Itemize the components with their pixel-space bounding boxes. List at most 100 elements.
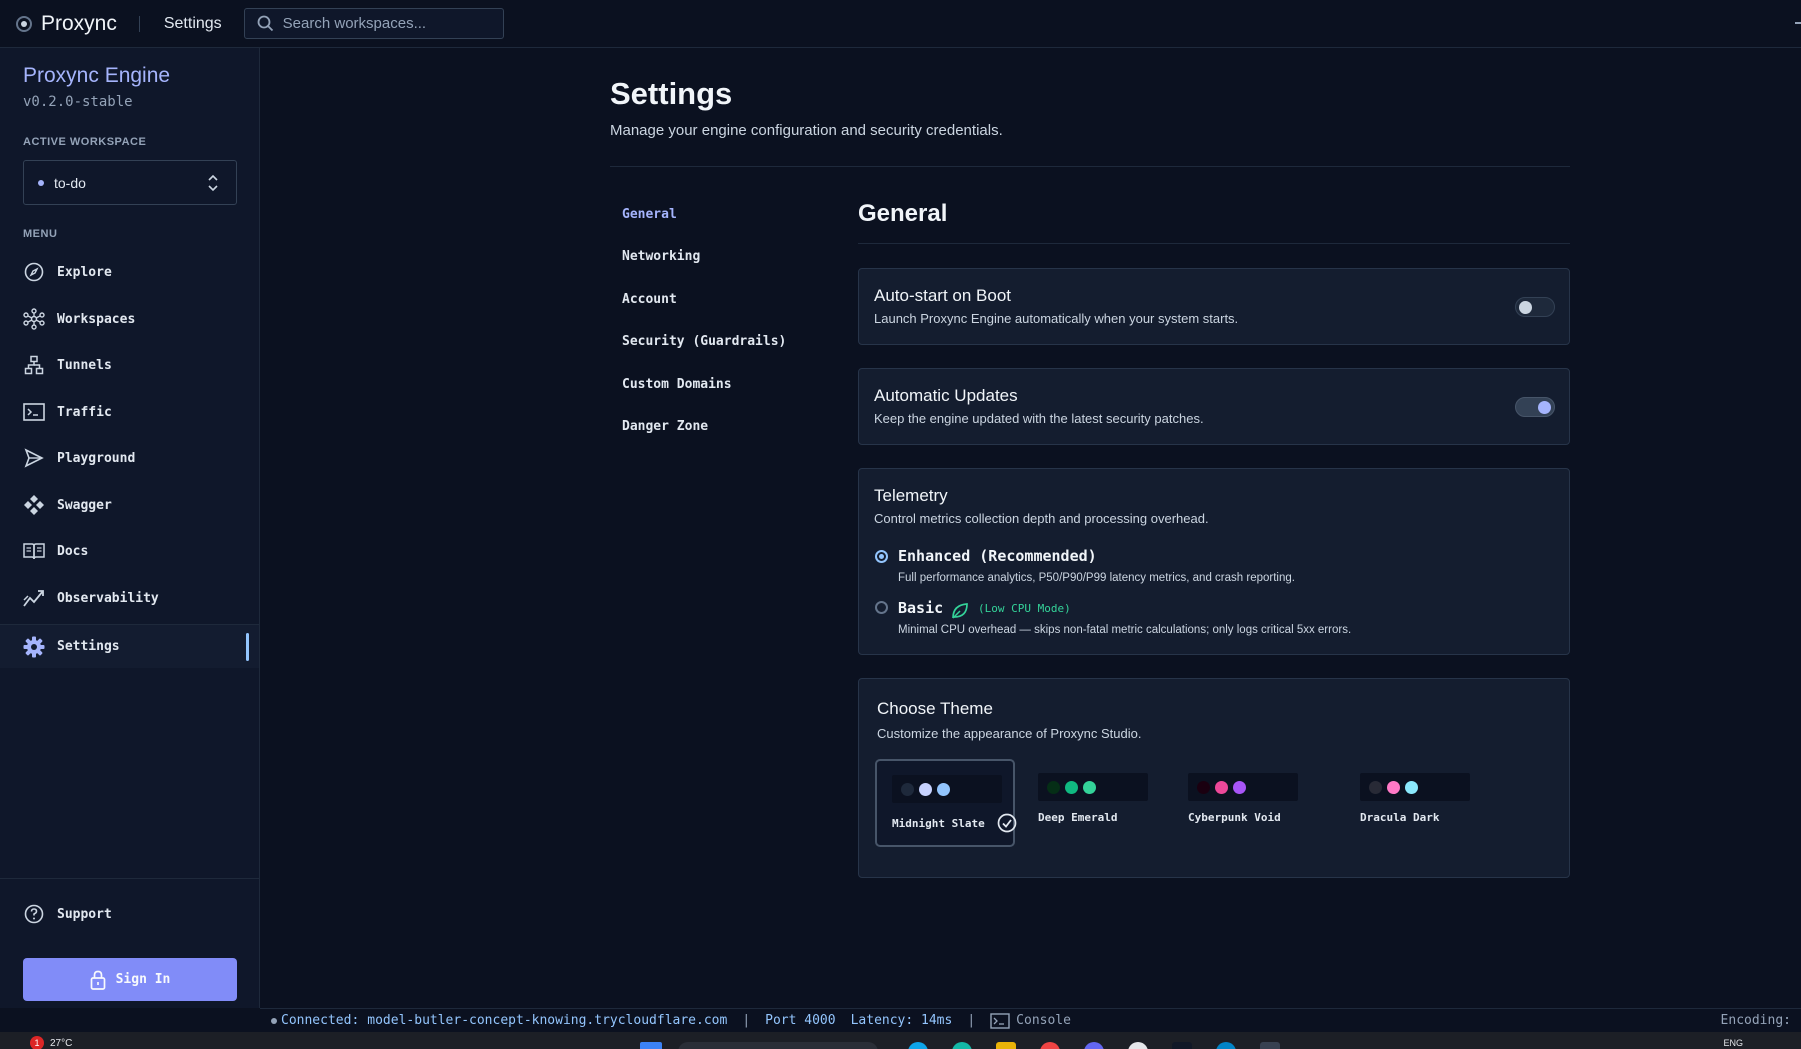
- chevron-up-down-icon: [208, 174, 218, 192]
- chart-line-icon: [23, 587, 45, 609]
- swatch: [901, 782, 914, 796]
- sidebar-item-workspaces[interactable]: Workspaces: [0, 299, 259, 339]
- windows-start-icon[interactable]: [640, 1042, 662, 1049]
- os-taskbar: 1 27°C ENG: [0, 1032, 1801, 1049]
- notification-badge: 1: [30, 1036, 44, 1049]
- sidebar-item-label: Docs: [57, 543, 89, 559]
- swatch: [1197, 780, 1210, 794]
- sidebar-item-label: Explore: [57, 264, 112, 280]
- sidebar-item-label: Settings: [57, 639, 120, 654]
- latency-label: Latency: 14ms: [850, 1013, 953, 1028]
- search-icon: [257, 15, 273, 32]
- status-separator: |: [967, 1013, 976, 1028]
- swatch: [937, 782, 950, 796]
- taskbar-search[interactable]: [678, 1042, 878, 1049]
- taskbar-app-icon[interactable]: [1216, 1042, 1236, 1049]
- taskbar-app-icon[interactable]: [1172, 1042, 1192, 1049]
- auto-updates-toggle[interactable]: [1515, 397, 1555, 417]
- sidebar-item-support[interactable]: Support: [0, 894, 259, 934]
- brand[interactable]: Proxync: [16, 12, 117, 36]
- language-indicator[interactable]: ENG: [1723, 1038, 1743, 1048]
- tunnel-host[interactable]: model-butler-concept-knowing.trycloudfla…: [367, 1013, 727, 1028]
- theme-title: Choose Theme: [877, 699, 993, 718]
- taskbar-app-icon[interactable]: [1128, 1042, 1148, 1049]
- taskbar-app-icon[interactable]: [908, 1042, 928, 1049]
- telemetry-enhanced-radio[interactable]: [875, 550, 888, 563]
- swatch: [919, 782, 932, 796]
- console-button[interactable]: Console: [1016, 1013, 1071, 1028]
- lock-icon: [90, 970, 105, 990]
- check-circle-icon: [997, 813, 1017, 833]
- telemetry-basic-label[interactable]: Basic: [898, 599, 943, 617]
- toggle-knob: [1538, 401, 1551, 414]
- section-title: General: [858, 200, 948, 227]
- theme-swatches: [1360, 773, 1470, 801]
- telemetry-enhanced-label[interactable]: Enhanced (Recommended): [898, 547, 1097, 565]
- autostart-toggle[interactable]: [1515, 297, 1555, 317]
- taskbar-app-icon[interactable]: [1040, 1042, 1060, 1049]
- tab-danger-zone[interactable]: Danger Zone: [622, 419, 708, 434]
- sidebar-item-explore[interactable]: Explore: [0, 252, 259, 292]
- tab-general[interactable]: General: [622, 207, 677, 222]
- telemetry-basic-radio[interactable]: [875, 601, 888, 614]
- network-icon: [23, 308, 45, 330]
- top-separator: [138, 15, 140, 32]
- tab-security-guardrails[interactable]: Security (Guardrails): [622, 334, 786, 349]
- sidebar-item-label: Workspaces: [57, 311, 136, 327]
- theme-option-deep-emerald[interactable]: Deep Emerald: [1023, 759, 1163, 847]
- tab-account[interactable]: Account: [622, 292, 677, 307]
- telemetry-enhanced-desc: Full performance analytics, P50/P90/P99 …: [898, 572, 1295, 584]
- gear-icon: [23, 636, 45, 658]
- port-label: Port 4000: [765, 1013, 836, 1028]
- swatch: [1047, 780, 1060, 794]
- theme-name: Dracula Dark: [1360, 811, 1440, 824]
- sidebar-item-label: Traffic: [57, 404, 112, 420]
- book-icon: [23, 540, 45, 562]
- folder-icon[interactable]: [996, 1042, 1016, 1049]
- sidebar-item-label: Playground: [57, 450, 136, 466]
- swatch: [1233, 780, 1246, 794]
- autostart-card: Auto-start on Boot Launch Proxync Engine…: [858, 268, 1570, 345]
- window-control[interactable]: [1795, 22, 1801, 24]
- telemetry-desc: Control metrics collection depth and pro…: [874, 511, 1209, 526]
- tab-networking[interactable]: Networking: [622, 249, 700, 264]
- tab-custom-domains[interactable]: Custom Domains: [622, 377, 732, 392]
- auto-updates-title: Automatic Updates: [874, 386, 1018, 405]
- taskbar-app-icon[interactable]: [1260, 1042, 1280, 1049]
- sidebar-item-label: Swagger: [57, 497, 112, 513]
- help-circle-icon: [23, 903, 45, 925]
- workspace-name: to-do: [54, 174, 86, 191]
- sidebar-item-settings[interactable]: Settings: [0, 624, 259, 668]
- encoding-label[interactable]: Encoding:: [1721, 1013, 1791, 1028]
- swatch: [1215, 780, 1228, 794]
- status-bar: Connected: model-butler-concept-knowing.…: [260, 1008, 1801, 1032]
- support-label: Support: [57, 906, 112, 922]
- swatch: [1065, 780, 1078, 794]
- section-divider: [858, 243, 1570, 244]
- search-input[interactable]: Search workspaces...: [283, 15, 426, 32]
- sidebar-item-observability[interactable]: Observability: [0, 578, 259, 618]
- search-box[interactable]: Search workspaces...: [243, 8, 504, 39]
- page-subtitle: Manage your engine configuration and sec…: [610, 122, 1003, 139]
- taskbar-app-icon[interactable]: [1084, 1042, 1104, 1049]
- sidebar-item-playground[interactable]: Playground: [0, 438, 259, 478]
- workspace-select[interactable]: to-do: [23, 160, 237, 205]
- swatch: [1387, 780, 1400, 794]
- active-indicator: [246, 633, 249, 661]
- telemetry-title: Telemetry: [874, 486, 948, 505]
- compass-icon: [23, 261, 45, 283]
- sign-in-button[interactable]: Sign In: [23, 958, 237, 1001]
- theme-option-dracula-dark[interactable]: Dracula Dark: [1345, 759, 1485, 847]
- autostart-title: Auto-start on Boot: [874, 286, 1012, 305]
- theme-option-cyberpunk-void[interactable]: Cyberpunk Void: [1173, 759, 1313, 847]
- top-bar: Proxync Settings Search workspaces...: [0, 0, 1801, 48]
- proxync-logo-icon: [16, 15, 32, 32]
- sidebar-item-docs[interactable]: Docs: [0, 531, 259, 571]
- sidebar-item-swagger[interactable]: Swagger: [0, 485, 259, 525]
- taskbar-app-icon[interactable]: [952, 1042, 972, 1049]
- sidebar-item-tunnels[interactable]: Tunnels: [0, 345, 259, 385]
- weather-widget[interactable]: 1 27°C: [30, 1036, 72, 1049]
- theme-option-midnight-slate[interactable]: Midnight Slate: [875, 759, 1017, 847]
- sidebar-item-traffic[interactable]: Traffic: [0, 392, 259, 432]
- leaf-icon: [952, 603, 968, 619]
